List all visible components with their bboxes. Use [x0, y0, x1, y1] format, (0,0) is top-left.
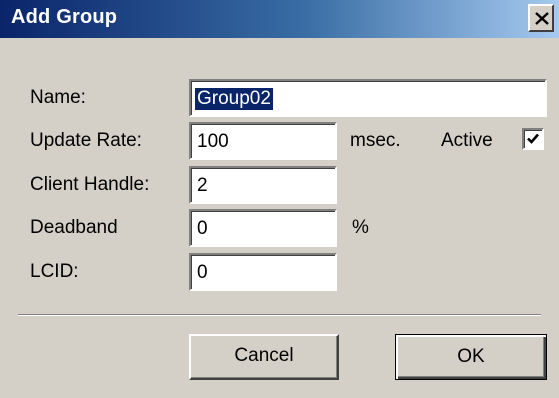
separator [18, 314, 541, 316]
update-rate-value: 100 [197, 131, 229, 152]
active-label: Active [441, 130, 493, 151]
name-input[interactable]: Group02 [189, 79, 547, 117]
title-bar[interactable]: Add Group [0, 0, 559, 38]
lcid-value: 0 [197, 262, 208, 283]
update-rate-input[interactable]: 100 [189, 122, 337, 160]
update-rate-label: Update Rate: [30, 130, 142, 151]
lcid-input[interactable]: 0 [189, 253, 337, 291]
ok-button[interactable]: OK [395, 334, 547, 380]
deadband-value: 0 [197, 218, 208, 239]
client-handle-input[interactable]: 2 [189, 166, 337, 204]
deadband-label: Deadband [30, 217, 118, 238]
active-checkbox[interactable] [522, 128, 544, 150]
client-handle-label: Client Handle: [30, 174, 150, 195]
add-group-dialog: Add Group Name: Group02 Update Rate: 100… [0, 0, 559, 398]
checkmark-icon [527, 133, 539, 144]
name-value: Group02 [195, 88, 273, 110]
deadband-unit: % [352, 217, 369, 238]
name-label: Name: [30, 87, 86, 108]
update-rate-unit: msec. [350, 130, 401, 151]
dialog-title: Add Group [11, 6, 118, 28]
deadband-input[interactable]: 0 [189, 209, 337, 247]
lcid-label: LCID: [30, 261, 79, 282]
cancel-button[interactable]: Cancel [189, 334, 339, 380]
client-handle-value: 2 [197, 175, 208, 196]
close-icon [535, 12, 549, 25]
close-button[interactable] [528, 4, 554, 32]
